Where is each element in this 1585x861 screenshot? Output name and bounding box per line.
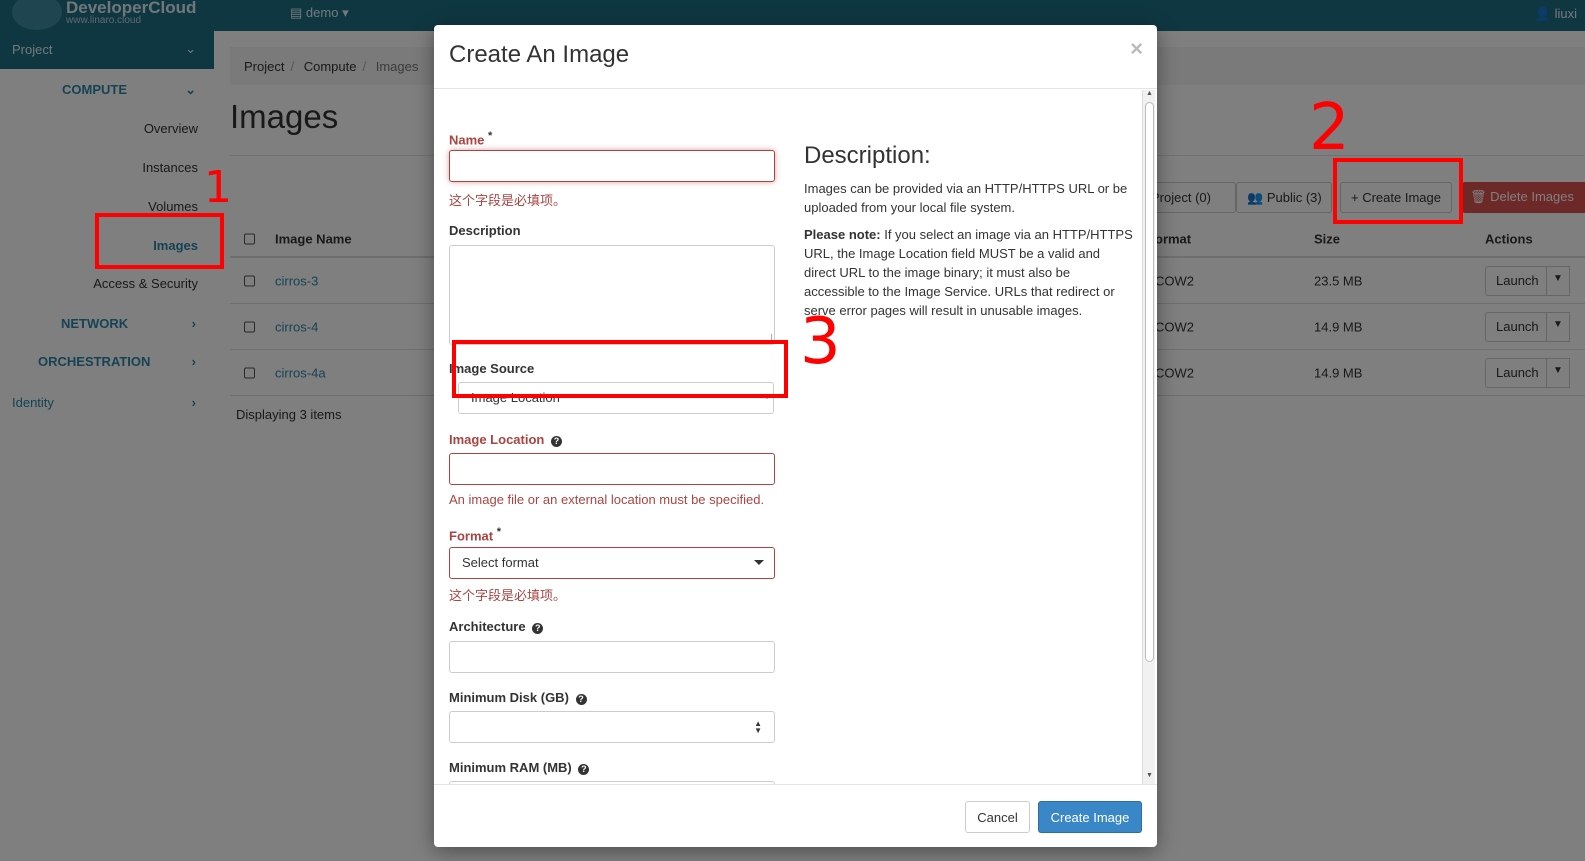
create-image-submit-button[interactable]: Create Image [1038, 801, 1142, 833]
min-disk-label: Minimum Disk (GB) ? [449, 690, 587, 705]
annotation-number-2: 2 [1309, 91, 1350, 165]
modal-footer: Cancel Create Image [434, 784, 1157, 847]
help-icon[interactable]: ? [578, 764, 590, 775]
min-disk-input[interactable]: ▲ ▼ [449, 711, 775, 743]
min-ram-label-text: Minimum RAM (MB) [449, 760, 572, 775]
scroll-thumb[interactable] [1145, 102, 1154, 662]
min-ram-label: Minimum RAM (MB) ? [449, 760, 590, 775]
description-label: Description [449, 223, 521, 238]
annotation-number-1: 1 [204, 162, 232, 213]
image-location-error: An image file or an external location mu… [449, 492, 765, 507]
description-paragraph: Images can be provided via an HTTP/HTTPS… [804, 181, 1128, 215]
close-icon[interactable]: × [1130, 36, 1143, 62]
annotation-box-1 [95, 213, 224, 269]
image-location-input[interactable] [449, 453, 775, 485]
description-textarea[interactable] [449, 245, 775, 345]
stepper-icon[interactable]: ▲ ▼ [754, 720, 762, 735]
modal-body: Name * 这个字段是必填项。 Description Image Sourc… [434, 90, 1157, 784]
name-label: Name * [449, 130, 492, 147]
help-icon[interactable]: ? [532, 623, 544, 634]
architecture-label-text: Architecture [449, 619, 526, 634]
description-note: Please note: If you select an image via … [804, 225, 1134, 320]
image-location-label-text: Image Location [449, 432, 545, 447]
image-location-label: Image Location ? [449, 432, 562, 447]
help-icon[interactable]: ? [575, 694, 587, 705]
annotation-box-3 [452, 340, 788, 398]
name-error: 这个字段是必填项。 [449, 193, 567, 208]
description-heading: Description: [804, 142, 931, 169]
cancel-button[interactable]: Cancel [965, 801, 1030, 833]
architecture-input[interactable] [449, 641, 775, 673]
name-input[interactable] [449, 150, 775, 182]
required-mark: * [496, 526, 501, 538]
create-image-modal: Create An Image × Name * 这个字段是必填项。 Descr… [434, 25, 1157, 847]
architecture-label: Architecture ? [449, 619, 544, 634]
required-mark: * [488, 130, 493, 142]
format-value: Select format [462, 555, 539, 570]
help-icon[interactable]: ? [550, 436, 562, 447]
scroll-up-icon[interactable]: ▲ [1143, 90, 1156, 102]
format-select[interactable]: Select format [449, 547, 775, 579]
name-label-text: Name [449, 132, 485, 148]
annotation-box-2 [1333, 158, 1463, 224]
scroll-down-icon[interactable]: ▼ [1143, 772, 1156, 784]
note-bold: Please note: [804, 227, 881, 242]
caret-down-icon [754, 560, 764, 565]
format-error: 这个字段是必填项。 [449, 588, 567, 603]
min-disk-label-text: Minimum Disk (GB) [449, 690, 569, 705]
modal-scrollbar[interactable]: ▲ ▼ [1142, 90, 1155, 784]
annotation-number-3: 3 [800, 305, 841, 379]
modal-header: Create An Image × [434, 25, 1157, 89]
format-label-text: Format [449, 528, 494, 544]
format-label: Format * [449, 526, 501, 543]
modal-title: Create An Image [449, 41, 630, 68]
